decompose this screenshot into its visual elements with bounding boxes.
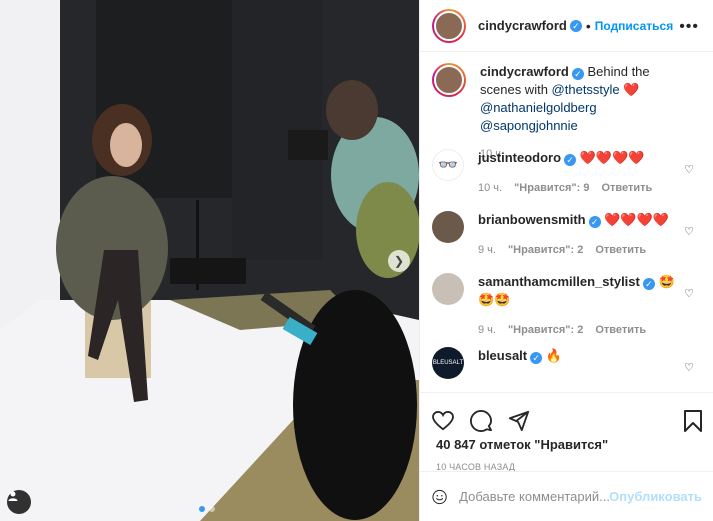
glasses-face-icon: 👓 [438,157,458,174]
comment-text: ❤️❤️❤️❤️ [604,212,669,227]
comment-composer: Опубликовать [420,471,713,521]
comment-item: brianbowensmith ✓ ❤️❤️❤️❤️ 9 ч. "Нравится… [420,211,713,273]
mention-link[interactable]: @thetsstyle [552,82,620,97]
comment-username[interactable]: brianbowensmith [478,212,586,227]
comments-list[interactable]: cindycrawford ✓ Behind the scenes with @t… [420,63,713,390]
bookmark-icon[interactable] [684,410,702,432]
mention-link[interactable]: @sapongjohnnie [480,118,578,133]
comment-likes[interactable]: "Нравится": 9 [514,179,589,197]
post-actions: 40 847 отметок "Нравится" 10 часов назад… [420,392,713,521]
comment-time[interactable]: 9 ч. [478,241,496,259]
photo-scene [0,0,419,521]
action-icons [420,393,713,437]
post-photo[interactable]: ❯ [0,0,419,521]
comment-username[interactable]: samanthamcmillen_stylist [478,274,640,289]
carousel-indicator [199,506,215,512]
carousel-dot-active [199,506,205,512]
verified-badge-icon: ✓ [569,19,582,32]
comment-text: ❤️❤️❤️❤️ [579,150,645,165]
user-icon [8,491,18,501]
post-sidebar: cindycrawford ✓ • Подписаться ••• cindyc… [419,0,713,521]
like-comment-heart-icon[interactable]: ♡ [684,225,694,238]
author-avatar[interactable] [432,8,466,43]
comment-input[interactable] [459,489,610,504]
comment-username[interactable]: justinteodoro [478,150,561,165]
comment-icon[interactable] [470,410,492,432]
comment-item: 👓 justinteodoro ✓ ❤️❤️❤️❤️ 10 ч. "Нравитс… [420,149,713,211]
commenter-avatar[interactable] [432,273,464,305]
emoji-icon[interactable] [432,486,447,508]
mention-link[interactable]: @nathanielgoldberg [480,100,597,115]
tagged-users-button[interactable] [7,490,31,514]
commenter-avatar[interactable]: 👓 [432,149,464,181]
comment-username[interactable]: bleusalt [478,348,527,363]
verified-badge-icon: ✓ [530,352,543,364]
heart-icon[interactable] [432,411,454,431]
heart-emoji: ❤️ [623,82,640,97]
comment-time[interactable]: 10 ч. [478,179,502,197]
comment-item: BLEUSALT bleusalt ✓ 🔥 ♡ [420,347,713,387]
commenter-avatar[interactable] [432,211,464,243]
likes-count[interactable]: 40 847 отметок "Нравится" [420,437,713,452]
like-comment-heart-icon[interactable]: ♡ [684,163,694,176]
separator: • [585,17,591,34]
publish-button[interactable]: Опубликовать [609,489,702,504]
like-comment-heart-icon[interactable]: ♡ [684,361,694,374]
comment-text: 🔥 [545,348,562,363]
verified-badge-icon: ✓ [642,278,655,290]
comment-likes[interactable]: "Нравится": 2 [508,321,583,339]
comment-time[interactable]: 9 ч. [478,321,496,339]
comment-likes[interactable]: "Нравится": 2 [508,241,583,259]
carousel-dot [209,506,215,512]
caption-username[interactable]: cindycrawford [480,64,569,79]
verified-badge-icon: ✓ [588,216,601,228]
verified-badge-icon: ✓ [564,154,577,166]
caption: cindycrawford ✓ Behind the scenes with @t… [420,63,713,160]
commenter-avatar[interactable]: BLEUSALT [432,347,464,379]
reply-button[interactable]: Ответить [601,179,652,197]
next-photo-button[interactable]: ❯ [388,250,410,272]
like-comment-heart-icon[interactable]: ♡ [684,287,694,300]
author-username[interactable]: cindycrawford [478,18,567,33]
caption-avatar[interactable] [432,63,466,97]
follow-button[interactable]: Подписаться [595,19,673,33]
chevron-right-icon: ❯ [393,254,405,268]
share-icon[interactable] [508,410,530,432]
verified-badge-icon: ✓ [571,68,584,80]
reply-button[interactable]: Ответить [595,241,646,259]
more-horizontal-icon[interactable]: ••• [679,18,699,36]
comment-item: samanthamcmillen_stylist ✓ 🤩🤩🤩 9 ч. "Нрав… [420,273,713,347]
post-header: cindycrawford ✓ • Подписаться ••• [420,0,713,52]
reply-button[interactable]: Ответить [595,321,646,339]
